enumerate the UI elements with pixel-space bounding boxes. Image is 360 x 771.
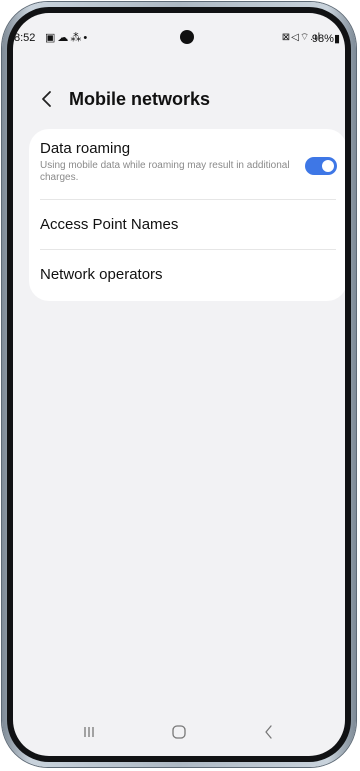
data-roaming-toggle[interactable] <box>305 157 337 175</box>
status-notification-icons: ▣☁⁂• <box>45 32 90 44</box>
screen: 8:52 ▣☁⁂• ⊠◁⌔.ıl 98%▮ Mobile networks Da… <box>13 13 345 756</box>
network-operators-label: Network operators <box>40 266 163 283</box>
data-roaming-description: Using mobile data while roaming may resu… <box>40 160 290 183</box>
page-title: Mobile networks <box>69 89 211 109</box>
recents-icon <box>84 727 94 737</box>
data-roaming-row[interactable]: Data roaming Using mobile data while roa… <box>29 129 345 199</box>
settings-card: Data roaming Using mobile data while roa… <box>29 129 345 301</box>
data-roaming-label: Data roaming <box>40 140 131 157</box>
nav-back-button[interactable] <box>249 718 289 746</box>
status-time: 8:52 <box>14 32 36 44</box>
access-point-names-row[interactable]: Access Point Names <box>29 200 345 249</box>
home-icon <box>172 725 186 739</box>
front-camera <box>180 30 194 44</box>
device-frame: 8:52 ▣☁⁂• ⊠◁⌔.ıl 98%▮ Mobile networks Da… <box>2 2 356 767</box>
recents-button[interactable] <box>69 718 109 746</box>
back-button[interactable] <box>35 83 59 115</box>
toggle-knob <box>322 160 334 172</box>
navigation-bar <box>13 708 345 756</box>
page-header: Mobile networks <box>13 79 345 119</box>
back-icon <box>265 725 272 739</box>
battery-indicator: 98%▮ <box>311 33 340 45</box>
access-point-names-label: Access Point Names <box>40 216 179 233</box>
network-operators-row[interactable]: Network operators <box>29 250 345 301</box>
status-bar: 8:52 ▣☁⁂• ⊠◁⌔.ıl 98%▮ <box>13 13 345 57</box>
device-bezel: 8:52 ▣☁⁂• ⊠◁⌔.ıl 98%▮ Mobile networks Da… <box>7 7 351 762</box>
chevron-left-icon <box>42 91 51 107</box>
home-button[interactable] <box>159 718 199 746</box>
